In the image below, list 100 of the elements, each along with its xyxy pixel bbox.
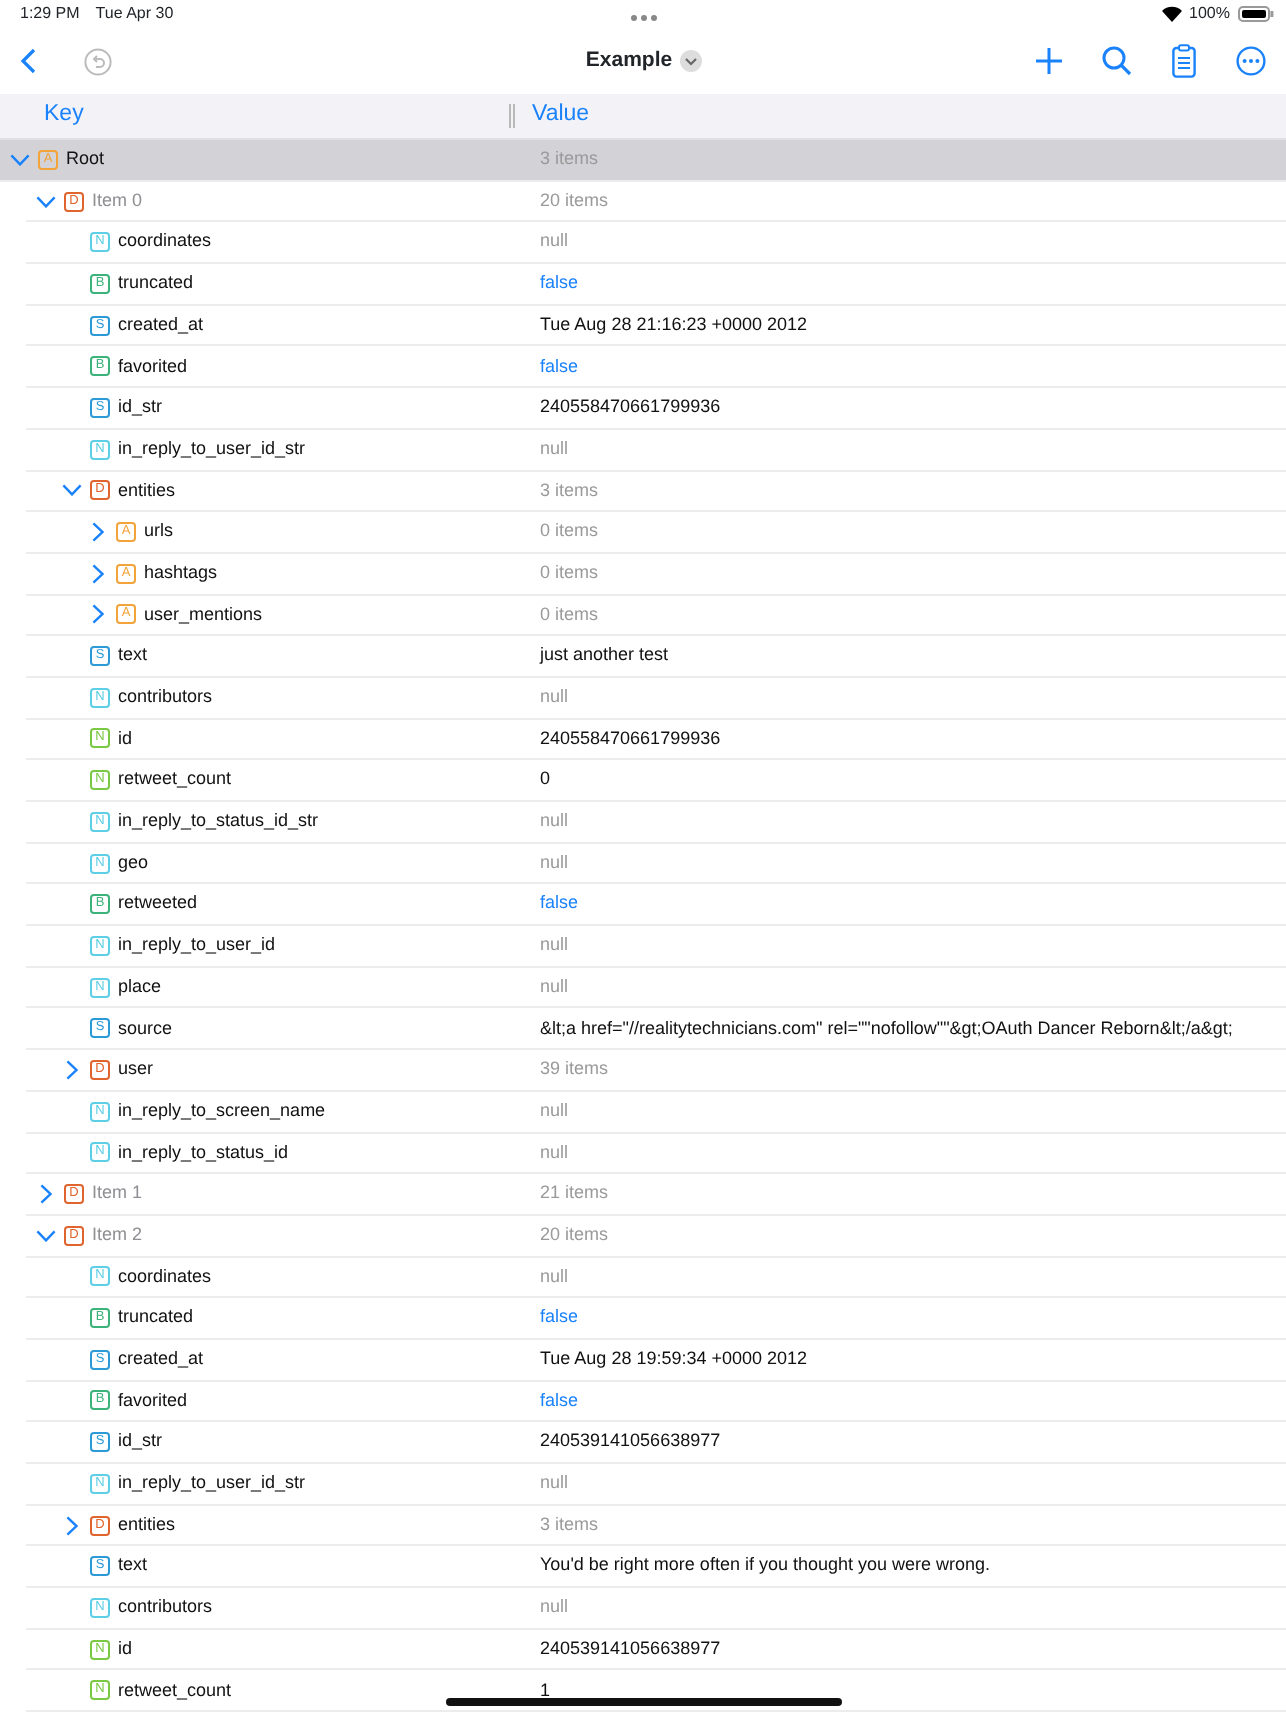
key-label: in_reply_to_status_id	[118, 1139, 289, 1166]
chevron-icon[interactable]	[10, 153, 30, 166]
battery-icon	[1238, 6, 1274, 22]
value-label: 240558470661799936	[540, 394, 721, 421]
key-label: text	[118, 642, 148, 669]
value-label: 3 items	[540, 146, 599, 173]
key-label: Item 2	[92, 1221, 143, 1248]
value-label: 3 items	[540, 1511, 599, 1538]
key-label: favorited	[118, 1387, 188, 1414]
value-label: 0	[540, 766, 551, 793]
value-label: 240558470661799936	[540, 725, 721, 752]
chevron-icon[interactable]	[66, 1059, 78, 1080]
key-label: user_mentions	[144, 601, 263, 628]
dropdown-icon[interactable]	[680, 50, 703, 72]
undo-icon[interactable]	[84, 47, 112, 75]
key-label: retweet_count	[118, 766, 232, 793]
key-label: id_str	[118, 1428, 163, 1455]
key-label: entities	[118, 1511, 176, 1538]
key-label: urls	[144, 518, 174, 545]
back-icon[interactable]	[20, 48, 36, 74]
value-label: null	[540, 228, 569, 255]
chevron-icon[interactable]	[36, 1229, 56, 1242]
value-label: 0 items	[540, 601, 599, 628]
column-resize-handle[interactable]	[508, 104, 516, 128]
key-label: truncated	[118, 1304, 194, 1331]
value-label: 39 items	[540, 1056, 609, 1083]
key-label: entities	[118, 477, 176, 504]
key-label: id	[118, 1635, 133, 1662]
value-label: null	[540, 1263, 569, 1290]
key-label: Item 0	[92, 187, 143, 214]
battery-percent: 100%	[1189, 2, 1230, 26]
chevron-icon[interactable]	[92, 522, 104, 543]
value-label: null	[540, 932, 569, 959]
value-label: null	[540, 684, 569, 711]
clipboard-icon[interactable]	[1172, 44, 1196, 78]
chevron-icon[interactable]	[66, 1515, 78, 1536]
wifi-icon	[1161, 6, 1182, 22]
value-label: null	[540, 1139, 569, 1166]
key-label: contributors	[118, 1594, 213, 1621]
key-label: truncated	[118, 270, 194, 297]
key-label: in_reply_to_user_id_str	[118, 435, 306, 462]
chevron-icon[interactable]	[92, 604, 104, 625]
key-label: text	[118, 1552, 148, 1579]
key-label: coordinates	[118, 1263, 212, 1290]
value-label[interactable]: false	[540, 1387, 579, 1415]
key-label: retweeted	[118, 890, 198, 917]
key-label: Item 1	[92, 1180, 143, 1207]
value-label: null	[540, 973, 569, 1000]
key-label: created_at	[118, 311, 204, 338]
value-label[interactable]: false	[540, 353, 579, 381]
value-label: 240539141056638977	[540, 1635, 721, 1662]
chevron-icon[interactable]	[36, 195, 56, 208]
key-label: in_reply_to_user_id	[118, 932, 276, 959]
multitasking-icon[interactable]	[629, 13, 657, 22]
value-label[interactable]: false	[540, 270, 579, 298]
more-icon[interactable]	[1236, 46, 1266, 76]
value-label: &lt;a href="//realitytechnicians.com" rel=""nofollow""&gt;OAuth Dancer Reborn&lt;/a&gt;	[540, 1015, 1233, 1042]
value-label: 240539141056638977	[540, 1428, 721, 1455]
value-label: 0 items	[540, 559, 599, 586]
value-label: null	[540, 808, 569, 835]
value-label: 1	[540, 1677, 551, 1704]
chevron-icon[interactable]	[92, 563, 104, 584]
key-label: user	[118, 1056, 154, 1083]
key-label: id	[118, 725, 133, 752]
search-icon[interactable]	[1102, 46, 1132, 76]
value-label[interactable]: false	[540, 890, 579, 918]
add-icon[interactable]	[1036, 48, 1062, 74]
key-label: retweet_count	[118, 1677, 232, 1704]
status-date: Tue Apr 30	[95, 2, 174, 26]
key-label: in_reply_to_status_id_str	[118, 808, 319, 835]
value-label: Tue Aug 28 19:59:34 +0000 2012	[540, 1346, 808, 1373]
value-label: 20 items	[540, 187, 609, 214]
value-label: null	[540, 435, 569, 462]
chevron-icon[interactable]	[62, 484, 82, 497]
value-label: You'd be right more often if you thought you were wrong.	[540, 1552, 991, 1579]
value-label: null	[540, 1097, 569, 1124]
key-label: id_str	[118, 394, 163, 421]
status-time: 1:29 PM	[20, 2, 80, 26]
value-label: Tue Aug 28 21:16:23 +0000 2012	[540, 311, 808, 338]
value-label: 0 items	[540, 518, 599, 545]
value-label: 21 items	[540, 1180, 609, 1207]
key-label: contributors	[118, 684, 213, 711]
key-label: Root	[66, 146, 105, 173]
value-label: null	[540, 849, 569, 876]
value-label: null	[540, 1594, 569, 1621]
key-label: in_reply_to_screen_name	[118, 1097, 326, 1124]
document-title[interactable]: Example	[585, 45, 673, 77]
value-label[interactable]: false	[540, 1304, 579, 1332]
value-label: just another test	[540, 642, 669, 669]
value-label: 20 items	[540, 1221, 609, 1248]
key-label: place	[118, 973, 162, 1000]
key-label: favorited	[118, 353, 188, 380]
key-label: hashtags	[144, 559, 218, 586]
key-label: source	[118, 1015, 173, 1042]
key-label: coordinates	[118, 228, 212, 255]
value-label: 3 items	[540, 477, 599, 504]
chevron-icon[interactable]	[40, 1184, 52, 1205]
key-label: created_at	[118, 1346, 204, 1373]
key-label: in_reply_to_user_id_str	[118, 1470, 306, 1497]
key-label: geo	[118, 849, 149, 876]
